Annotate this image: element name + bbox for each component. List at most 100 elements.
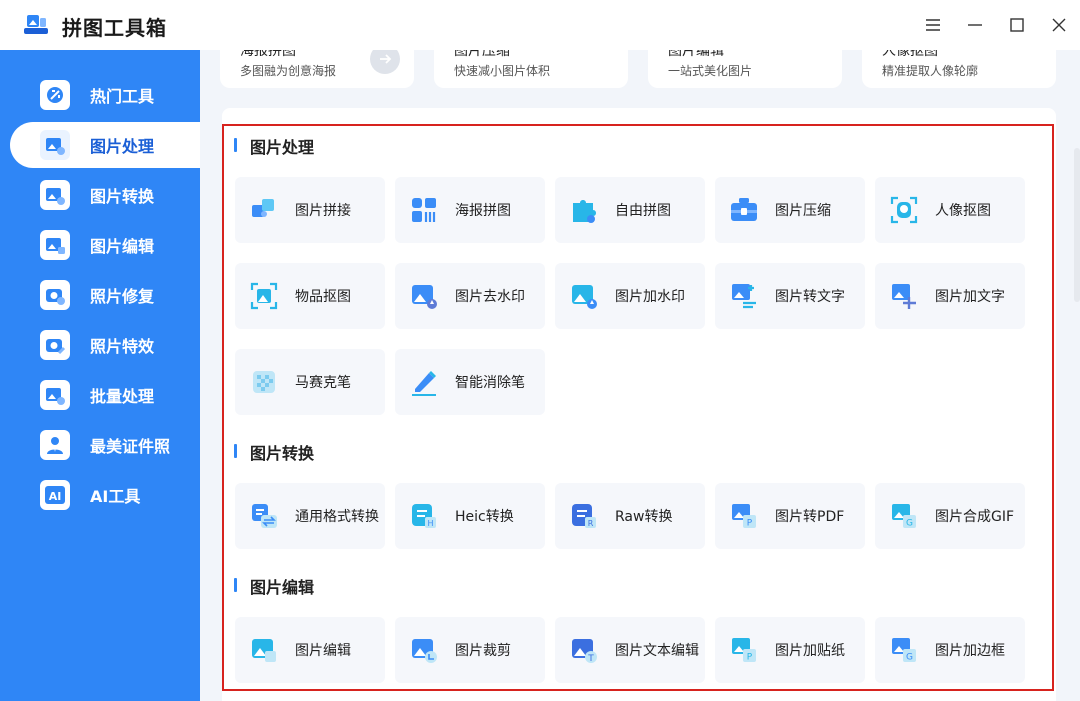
portrait-cutout-icon — [890, 196, 918, 224]
promo-title: 人像抠图 — [882, 50, 938, 59]
sidebar-item-id-photo[interactable]: 最美证件照 — [10, 422, 200, 468]
tool-portrait-cutout[interactable]: 人像抠图 — [875, 177, 1025, 243]
tool-smart-eraser[interactable]: 智能消除笔 — [395, 349, 545, 415]
tool-add-text[interactable]: 图片加文字 — [875, 263, 1025, 329]
svg-text:T: T — [587, 654, 594, 664]
id-photo-icon — [40, 430, 70, 460]
sidebar-item-label: 图片编辑 — [90, 237, 155, 256]
sidebar-item-ai[interactable]: AI AI工具 — [10, 472, 200, 518]
tool-label: 图片合成GIF — [935, 509, 1015, 525]
tool-sticker[interactable]: P 图片加贴纸 — [715, 617, 865, 683]
object-cutout-icon — [250, 282, 278, 310]
heic-icon: H — [412, 504, 436, 528]
photo-repair-icon — [40, 280, 70, 310]
tool-format-convert[interactable]: 通用格式转换 — [235, 483, 385, 549]
promo-title: 图片编辑 — [668, 50, 724, 59]
maximize-icon[interactable] — [1004, 12, 1030, 38]
image-edit-icon — [40, 230, 70, 260]
sidebar-item-hot-tools[interactable]: 热门工具 — [10, 72, 200, 118]
scrollbar-thumb[interactable] — [1074, 148, 1080, 302]
promo-card-edit[interactable]: 图片编辑 一站式美化图片 — [648, 50, 842, 88]
tool-label: 海报拼图 — [455, 203, 511, 219]
image-process-icon — [40, 130, 70, 160]
tool-crop[interactable]: 图片裁剪 — [395, 617, 545, 683]
menu-icon[interactable] — [920, 12, 946, 38]
tool-object-cutout[interactable]: 物品抠图 — [235, 263, 385, 329]
tool-free-puzzle[interactable]: 自由拼图 — [555, 177, 705, 243]
tool-text-edit[interactable]: T 图片文本编辑 — [555, 617, 705, 683]
sidebar-item-label: AI工具 — [90, 487, 141, 506]
tool-image-compress[interactable]: 图片压缩 — [715, 177, 865, 243]
sidebar-item-image-process[interactable]: 图片处理 — [10, 122, 200, 168]
promo-card-portrait[interactable]: 人像抠图 精准提取人像轮廓 — [862, 50, 1056, 88]
sidebar-item-image-edit[interactable]: 图片编辑 — [10, 222, 200, 268]
to-pdf-icon: P — [732, 504, 756, 529]
tool-label: Heic转换 — [455, 509, 514, 525]
tool-label: 图片文本编辑 — [615, 643, 699, 659]
frame-icon: G — [892, 638, 916, 663]
add-watermark-icon — [572, 285, 597, 309]
tool-label: 智能消除笔 — [455, 375, 525, 391]
minimize-icon[interactable] — [962, 12, 988, 38]
arrow-right-icon[interactable] — [370, 50, 400, 74]
tool-add-watermark[interactable]: 图片加水印 — [555, 263, 705, 329]
sidebar-item-label: 图片处理 — [90, 137, 155, 156]
photo-effect-icon — [40, 330, 70, 360]
app-logo-icon — [24, 15, 48, 34]
sidebar-item-photo-effect[interactable]: 照片特效 — [10, 322, 200, 368]
sidebar-item-photo-repair[interactable]: 照片修复 — [10, 272, 200, 318]
app-title: 拼图工具箱 — [62, 16, 167, 40]
tool-label: 图片加边框 — [935, 643, 1005, 659]
batch-icon — [40, 380, 70, 410]
tool-label: 物品抠图 — [295, 289, 351, 305]
tool-label: 图片去水印 — [455, 289, 525, 305]
mosaic-icon — [253, 371, 275, 393]
tool-to-pdf[interactable]: P 图片转PDF — [715, 483, 865, 549]
promo-desc: 一站式美化图片 — [668, 64, 753, 78]
raw-icon: R — [572, 504, 596, 528]
tool-label: 通用格式转换 — [295, 509, 379, 525]
svg-text:G: G — [906, 519, 913, 529]
remove-watermark-icon — [412, 285, 437, 309]
promo-desc: 精准提取人像轮廓 — [882, 64, 979, 78]
text-edit-icon: T — [572, 639, 597, 664]
section-title-image-process: 图片处理 — [234, 134, 314, 158]
tool-to-gif[interactable]: G 图片合成GIF — [875, 483, 1025, 549]
tool-label: 图片压缩 — [775, 203, 831, 219]
sidebar-item-label: 照片特效 — [90, 337, 155, 356]
tool-image-to-text[interactable]: 图片转文字 — [715, 263, 865, 329]
tool-label: 图片拼接 — [295, 203, 351, 219]
image-convert-icon — [40, 180, 70, 210]
tool-edit-image[interactable]: 图片编辑 — [235, 617, 385, 683]
svg-text:R: R — [588, 519, 594, 528]
tool-label: 图片加文字 — [935, 289, 1005, 305]
puzzle-piece-icon — [573, 200, 596, 223]
sidebar-item-label: 图片转换 — [90, 187, 155, 206]
close-icon[interactable] — [1046, 12, 1072, 38]
tool-poster-puzzle[interactable]: 海报拼图 — [395, 177, 545, 243]
tool-heic-convert[interactable]: H Heic转换 — [395, 483, 545, 549]
sidebar-item-batch[interactable]: 批量处理 — [10, 372, 200, 418]
tool-label: 图片转文字 — [775, 289, 845, 305]
tool-image-join[interactable]: 图片拼接 — [235, 177, 385, 243]
sidebar-item-label: 最美证件照 — [90, 437, 171, 456]
svg-text:G: G — [906, 653, 913, 663]
tool-label: 图片转PDF — [775, 509, 845, 525]
promo-card-compress[interactable]: 图片压缩 快速减小图片体积 — [434, 50, 628, 88]
sidebar-item-image-convert[interactable]: 图片转换 — [10, 172, 200, 218]
puzzle-join-icon — [252, 199, 274, 217]
section-title-image-edit: 图片编辑 — [234, 574, 314, 598]
sticker-icon: P — [732, 638, 756, 663]
promo-card-poster[interactable]: 海报拼图 多图融为创意海报 — [220, 50, 414, 88]
compress-box-icon — [731, 198, 757, 221]
tool-frame[interactable]: G 图片加边框 — [875, 617, 1025, 683]
image-to-text-icon — [732, 284, 756, 309]
tool-raw-convert[interactable]: R Raw转换 — [555, 483, 705, 549]
tool-label: 人像抠图 — [935, 203, 991, 219]
tool-remove-watermark[interactable]: 图片去水印 — [395, 263, 545, 329]
tool-label: 图片裁剪 — [455, 643, 511, 659]
promo-title: 海报拼图 — [240, 50, 296, 59]
svg-text:P: P — [747, 653, 753, 663]
tool-mosaic-pen[interactable]: 马赛克笔 — [235, 349, 385, 415]
edit-image-icon — [252, 639, 276, 662]
